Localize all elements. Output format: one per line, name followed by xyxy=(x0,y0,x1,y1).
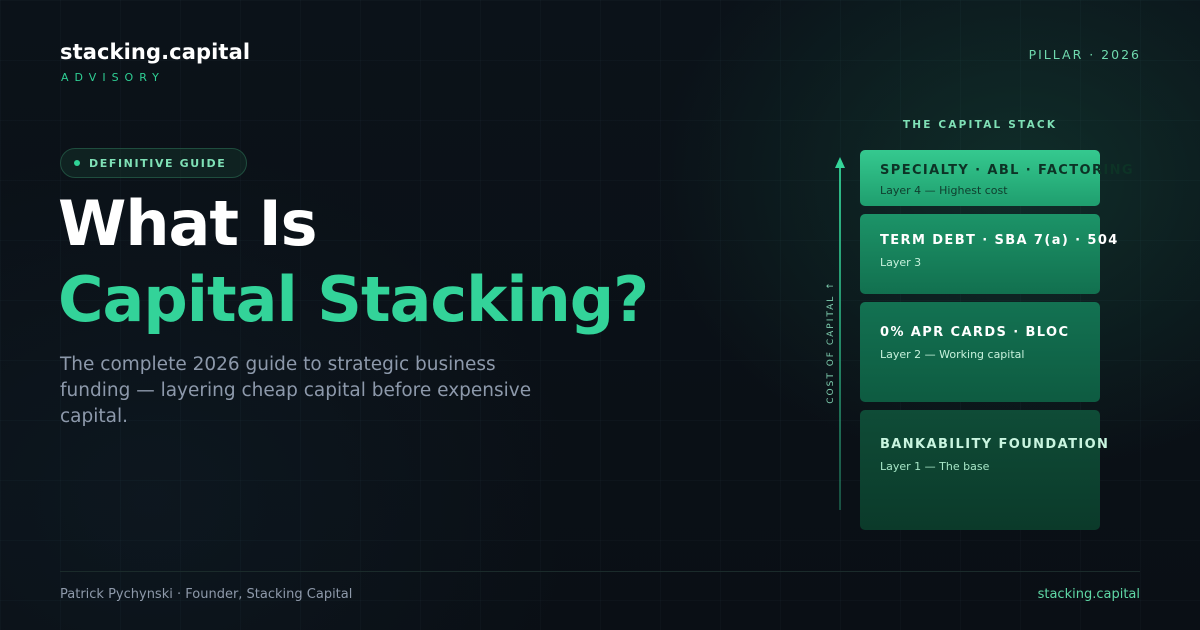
capital-stack-title: THE CAPITAL STACK xyxy=(902,119,1058,131)
brand-tagline: ADVISORY xyxy=(61,71,165,84)
title-line-1: What Is xyxy=(58,187,318,260)
layer-title: 0% APR CARDS · BLOC xyxy=(880,325,1070,340)
layer-subtitle: Layer 4 — Highest cost xyxy=(880,184,1008,197)
stack-layer-2: 0% APR CARDS · BLOC Layer 2 — Working ca… xyxy=(860,302,1100,402)
stack-layer-1: BANKABILITY FOUNDATION Layer 1 — The bas… xyxy=(860,410,1110,530)
guide-badge: DEFINITIVE GUIDE xyxy=(60,148,248,178)
layer-subtitle: Layer 3 xyxy=(880,256,922,269)
layer-subtitle: Layer 2 — Working capital xyxy=(880,348,1025,361)
status-dot-icon xyxy=(74,160,80,166)
title-line-2: Capital Stacking? xyxy=(58,263,649,336)
author-credit: Patrick Pychynski · Founder, Stacking Ca… xyxy=(60,587,353,602)
site-link[interactable]: stacking.capital xyxy=(1038,587,1140,602)
layer-title: BANKABILITY FOUNDATION xyxy=(880,437,1110,452)
brand-name[interactable]: stacking.capital xyxy=(60,40,250,64)
footer-divider xyxy=(60,571,1140,572)
pillar-label: PILLAR · 2026 xyxy=(1028,47,1141,62)
stack-layer-3: TERM DEBT · SBA 7(a) · 504 Layer 3 xyxy=(860,214,1119,294)
layer-title: TERM DEBT · SBA 7(a) · 504 xyxy=(880,233,1119,248)
cost-axis-label: COST OF CAPITAL ↑ xyxy=(826,280,836,404)
layer-subtitle: Layer 1 — The base xyxy=(880,460,990,473)
page-subtitle: The complete 2026 guide to strategic bus… xyxy=(60,354,532,427)
badge-label: DEFINITIVE GUIDE xyxy=(89,156,227,170)
page-title: What Is Capital Stacking? xyxy=(58,186,649,338)
arrow-up-icon xyxy=(835,157,845,168)
stack-layer-4: SPECIALTY · ABL · FACTORING Layer 4 — Hi… xyxy=(860,150,1134,206)
cost-axis-line xyxy=(839,168,841,510)
layer-title: SPECIALTY · ABL · FACTORING xyxy=(880,163,1134,178)
